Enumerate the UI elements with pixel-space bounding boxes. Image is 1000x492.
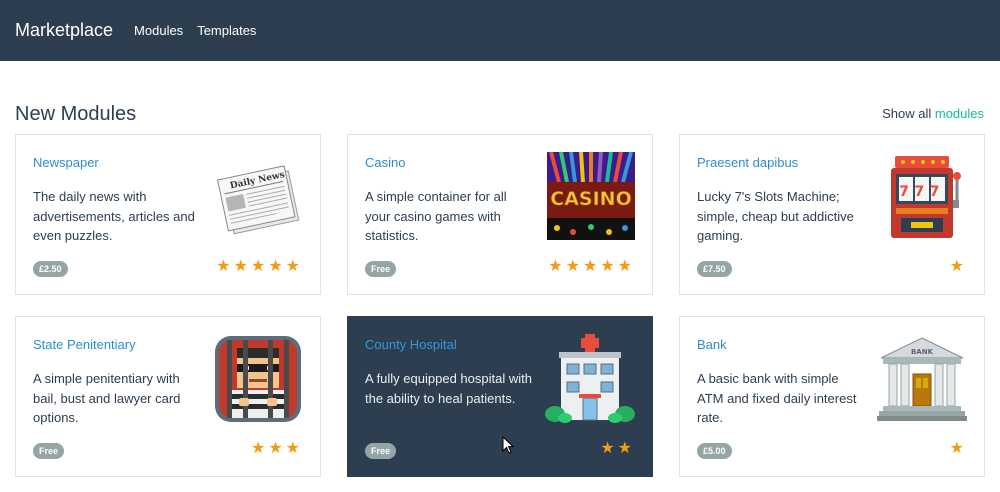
card-title[interactable]: Praesent dapibus <box>697 155 798 170</box>
price-badge: £7.50 <box>697 261 732 277</box>
card-title[interactable]: Newspaper <box>33 155 99 170</box>
star-icon: ★ <box>582 258 598 275</box>
card-description: The daily news with advertisements, arti… <box>33 189 195 243</box>
star-icon: ★ <box>285 258 300 275</box>
brand-link[interactable]: Marketplace <box>15 20 113 41</box>
card-description: A basic bank with simple ATM and fixed d… <box>697 371 857 425</box>
show-all-modules-link[interactable]: modules <box>935 106 984 121</box>
rating-stars: ★ ★ ★ ★ ★ <box>548 259 632 275</box>
module-card-newspaper[interactable]: Newspaper The daily news with advertisem… <box>15 134 321 295</box>
star-icon: ★ <box>617 440 632 457</box>
module-card-bank[interactable]: Bank A basic bank with simple ATM and fi… <box>679 316 985 477</box>
rating-stars: ★ <box>950 441 964 457</box>
price-badge: Free <box>365 443 397 459</box>
mouse-cursor-icon <box>502 436 514 454</box>
star-icon: ★ <box>548 258 563 275</box>
card-description: A fully equipped hospital with the abili… <box>365 371 532 406</box>
navbar: Marketplace Modules Templates <box>0 0 1000 61</box>
rating-stars: ★ ★ ★ ★ ★ <box>216 259 300 275</box>
star-icon: ★ <box>949 440 964 457</box>
module-card-state-penitentiary[interactable]: State Penitentiary A simple penitentiary… <box>15 316 321 477</box>
card-title[interactable]: Bank <box>697 337 727 352</box>
card-description: A simple container for all your casino g… <box>365 189 507 243</box>
module-card-county-hospital[interactable]: County Hospital A fully equipped hospita… <box>347 316 653 477</box>
card-description: A simple penitentiary with bail, bust an… <box>33 371 181 425</box>
star-icon: ★ <box>216 258 231 275</box>
star-icon: ★ <box>600 440 615 457</box>
prisoner-icon <box>215 336 301 422</box>
rating-stars: ★ <box>950 259 964 275</box>
star-icon: ★ <box>268 440 283 457</box>
star-icon: ★ <box>600 258 615 275</box>
price-badge: Free <box>33 443 65 459</box>
bank-icon: BANK <box>877 337 967 421</box>
card-title[interactable]: Casino <box>365 155 405 170</box>
price-badge: £2.50 <box>33 261 68 277</box>
card-description: Lucky 7's Slots Machine; simple, cheap b… <box>697 189 854 243</box>
price-badge: £5.00 <box>697 443 732 459</box>
casino-sign-text: CASINO <box>550 188 631 210</box>
hospital-icon <box>545 334 635 423</box>
star-icon: ★ <box>285 440 300 457</box>
star-icon: ★ <box>949 258 964 275</box>
nav-link-modules[interactable]: Modules <box>134 23 183 38</box>
show-all-link[interactable]: Show all modules <box>882 106 984 121</box>
section-title: New Modules <box>15 103 137 125</box>
nav-link-templates[interactable]: Templates <box>197 23 256 38</box>
star-icon: ★ <box>233 258 248 275</box>
star-icon: ★ <box>250 440 266 457</box>
star-icon: ★ <box>565 258 580 275</box>
rating-stars: ★ ★ ★ <box>251 441 300 457</box>
star-icon: ★ <box>268 258 283 275</box>
bank-sign-text: BANK <box>911 348 934 356</box>
price-badge: Free <box>365 261 397 277</box>
slot-machine-icon: 777 <box>891 156 961 238</box>
star-icon: ★ <box>250 258 266 275</box>
newspaper-icon: Daily News <box>216 165 300 235</box>
module-card-praesent-dapibus[interactable]: Praesent dapibus Lucky 7's Slots Machine… <box>679 134 985 295</box>
module-card-casino[interactable]: Casino A simple container for all your c… <box>347 134 653 295</box>
card-title[interactable]: County Hospital <box>365 337 457 352</box>
rating-stars: ★ ★ <box>600 441 632 457</box>
card-title[interactable]: State Penitentiary <box>33 337 136 352</box>
star-icon: ★ <box>617 258 632 275</box>
casino-icon: CASINO <box>547 152 635 240</box>
slot-reels-text: 777 <box>899 184 945 200</box>
show-all-prefix: Show all <box>882 106 932 121</box>
